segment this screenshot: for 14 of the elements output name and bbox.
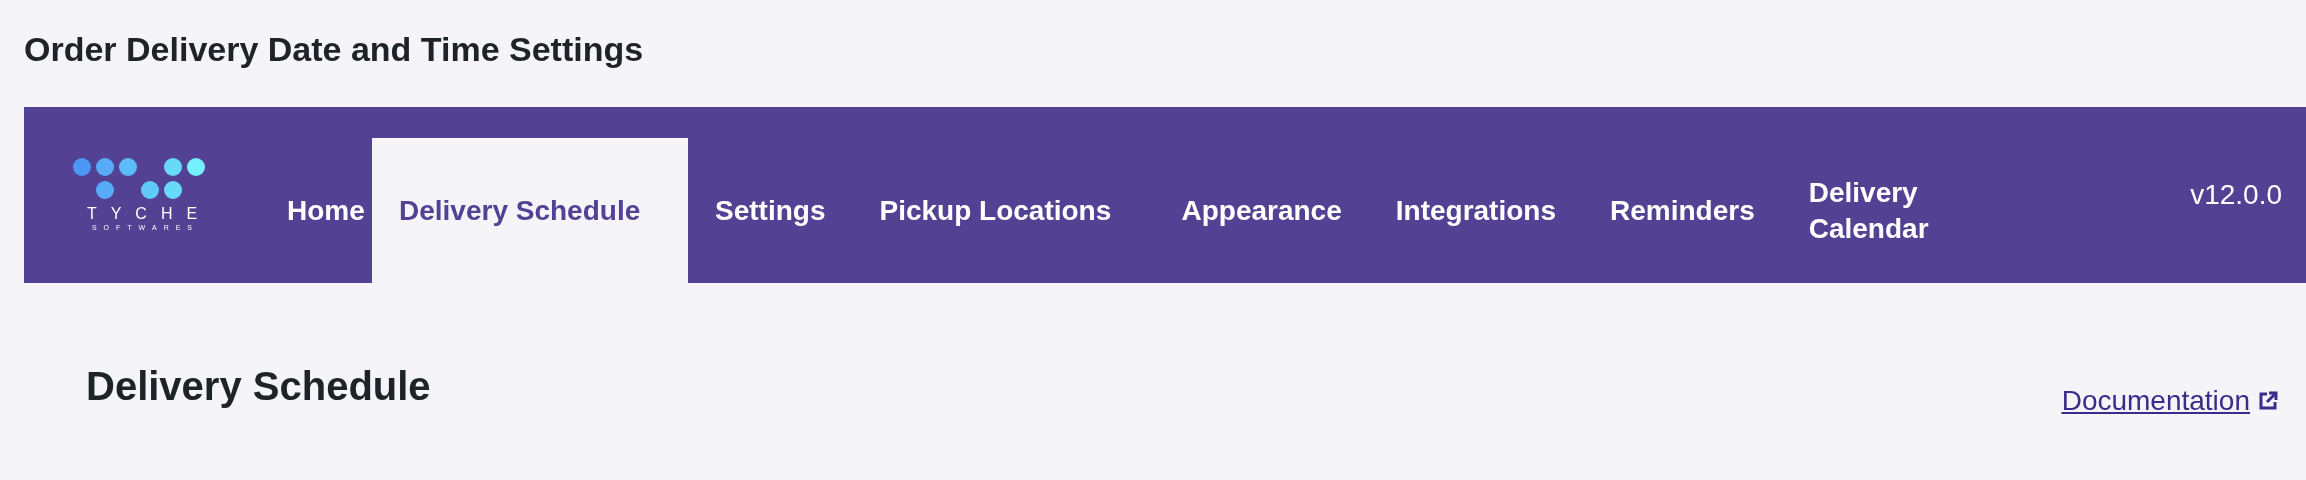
external-link-icon [2258,391,2278,411]
nav-tab[interactable]: Integrations [1368,138,1583,283]
nav-tab[interactable]: Delivery Calendar [1781,138,1982,283]
section-heading: Delivery Schedule [86,363,431,410]
nav-tab[interactable]: Home [260,138,372,283]
nav-tab[interactable]: Settings [688,138,853,283]
nav-tab[interactable]: Pickup Locations [852,138,1155,283]
page-title: Order Delivery Date and Time Settings [24,29,645,70]
documentation-link[interactable]: Documentation [2061,385,2278,417]
nav-tab[interactable]: Delivery Schedule [372,138,688,283]
nav-tab[interactable]: Appearance [1154,138,1369,283]
logo-name: TYCHE [86,205,212,223]
version-label: v12.0.0 [2190,178,2282,212]
nav-tab[interactable]: Reminders [1583,138,1782,283]
